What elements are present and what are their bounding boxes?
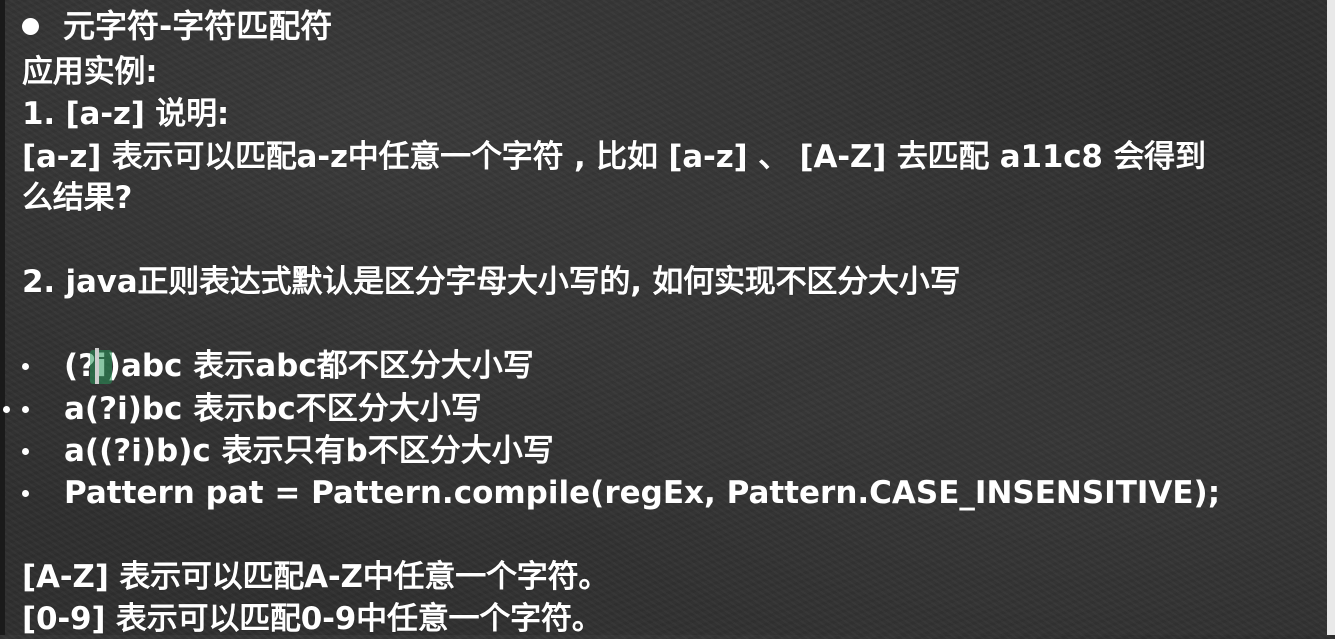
text-cursor-highlight <box>90 350 112 384</box>
list-item-text: a(?i)bc 表示bc不区分大小写 <box>64 391 482 427</box>
list-item: a(?i)bc 表示bc不区分大小写 <box>22 389 482 429</box>
footer-line2: [0-9] 表示可以匹配0-9中任意一个字符。 <box>22 601 603 637</box>
list-item-text: a((?i)b)c 表示只有b不区分大小写 <box>64 433 554 469</box>
left-window-edge <box>0 0 5 635</box>
item1-description-line1: [a-z] 表示可以匹配a-z中任意一个字符 , 比如 [a-z] 、 [A-Z… <box>22 139 1206 175</box>
stray-bullet-icon <box>3 406 10 413</box>
list-item: Pattern pat = Pattern.compile(regEx, Pat… <box>22 473 1220 513</box>
list-item: a((?i)b)c 表示只有b不区分大小写 <box>22 431 554 471</box>
item1-description-line2: 么结果? <box>22 180 133 216</box>
list-bullet-icon <box>22 405 29 413</box>
title-bullet-icon <box>22 17 39 35</box>
text-cursor-caret <box>95 348 99 384</box>
item1-heading: 1. [a-z] 说明: <box>22 96 230 132</box>
right-scrollbar-edge[interactable] <box>1327 0 1335 635</box>
slide-title: 元字符-字符匹配符 <box>63 7 333 45</box>
list-item-text: Pattern pat = Pattern.compile(regEx, Pat… <box>64 475 1221 511</box>
list-bullet-icon <box>22 489 29 497</box>
list-bullet-icon <box>22 362 29 370</box>
slide-title-row: 元字符-字符匹配符 <box>22 4 332 48</box>
footer-line1: [A-Z] 表示可以匹配A-Z中任意一个字符。 <box>22 559 610 595</box>
slide-canvas: 元字符-字符匹配符 应用实例: 1. [a-z] 说明: [a-z] 表示可以匹… <box>0 0 1335 637</box>
item2-heading: 2. java正则表达式默认是区分字母大小写的, 如何实现不区分大小写 <box>22 264 961 300</box>
intro-heading: 应用实例: <box>22 54 158 90</box>
list-item-text: (?i)abc 表示abc都不区分大小写 <box>64 348 534 384</box>
list-bullet-icon <box>22 447 29 455</box>
